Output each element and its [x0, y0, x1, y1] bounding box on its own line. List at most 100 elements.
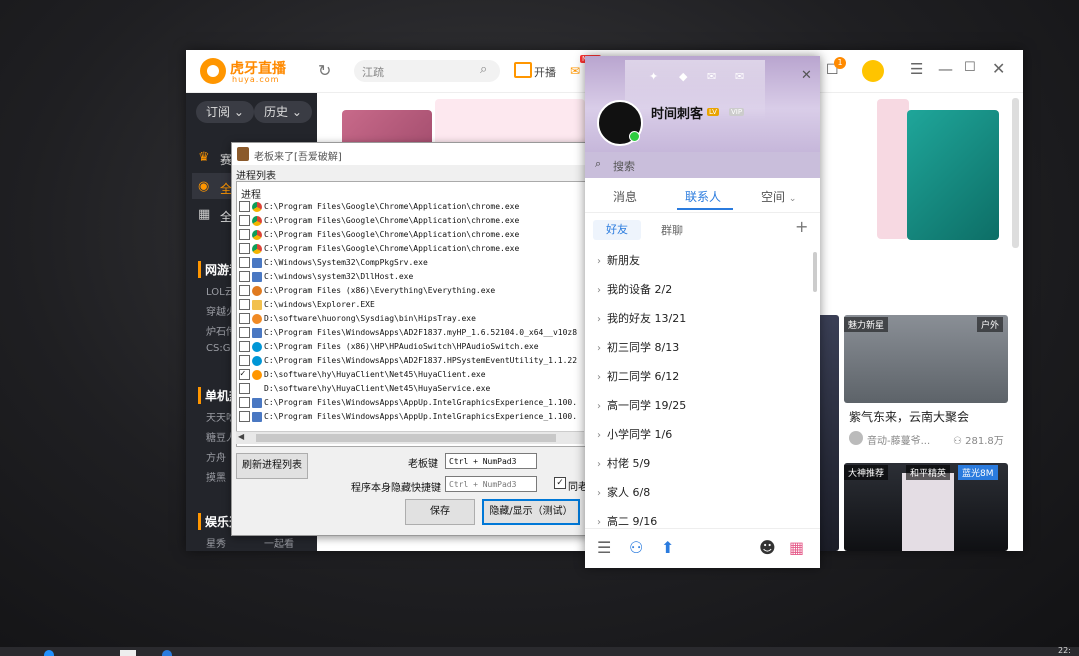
- contact-group[interactable]: › 村佬 5/9: [597, 455, 650, 471]
- file-transfer-icon[interactable]: ⬆: [661, 538, 674, 557]
- process-row[interactable]: C:\Program Files (x86)\HP\HPAudioSwitch\…: [239, 340, 585, 354]
- scrollbar[interactable]: [1012, 98, 1019, 248]
- process-row[interactable]: C:\Program Files\Google\Chrome\Applicati…: [239, 200, 585, 214]
- level-badge[interactable]: LV: [707, 108, 719, 116]
- add-icon[interactable]: +: [795, 217, 808, 236]
- broadcast-icon[interactable]: [514, 62, 532, 78]
- scroll-thumb[interactable]: [256, 434, 556, 442]
- dialog-titlebar[interactable]: 老板来了[吾爱破解]: [232, 143, 588, 165]
- process-checkbox[interactable]: [239, 229, 250, 240]
- process-row[interactable]: C:\windows\Explorer.EXE: [239, 298, 585, 312]
- contact-group[interactable]: › 初三同学 8/13: [597, 339, 679, 355]
- maximize-icon[interactable]: ☐: [964, 60, 976, 75]
- process-row[interactable]: D:\software\hy\HuyaClient\Net45\HuyaClie…: [239, 368, 585, 382]
- process-checkbox[interactable]: [239, 285, 250, 296]
- apps-grid-icon[interactable]: ▦: [789, 538, 804, 557]
- banner-image[interactable]: [907, 110, 999, 240]
- gift-icon[interactable]: ✉: [570, 64, 580, 78]
- refresh-process-list-button[interactable]: 刷新进程列表: [236, 453, 308, 479]
- subtab-groups[interactable]: 群聊: [661, 222, 683, 238]
- process-checkbox[interactable]: [239, 243, 250, 254]
- process-checkbox[interactable]: [239, 397, 250, 408]
- scrollbar[interactable]: [813, 252, 817, 292]
- process-checkbox[interactable]: [239, 201, 250, 212]
- process-checkbox[interactable]: [239, 383, 250, 394]
- taskbar-app-icon[interactable]: [120, 650, 136, 656]
- tab-space[interactable]: 空间 ⌄: [761, 188, 796, 205]
- streamer-name[interactable]: 音动-藤蔓爷...: [867, 432, 930, 447]
- process-row[interactable]: C:\Program Files\Google\Chrome\Applicati…: [239, 228, 585, 242]
- process-row[interactable]: C:\Program Files\WindowsApps\AppUp.Intel…: [239, 410, 585, 424]
- category-item[interactable]: 一起看: [264, 535, 294, 550]
- add-friend-icon[interactable]: ⚇: [629, 538, 643, 557]
- refresh-icon[interactable]: ↻: [318, 61, 331, 80]
- huya-logo-icon[interactable]: [200, 58, 226, 84]
- vip-badge[interactable]: VIP: [729, 108, 745, 116]
- skin-icon[interactable]: ✦: [649, 70, 658, 83]
- process-checkbox[interactable]: [239, 313, 250, 324]
- toggle-visibility-button[interactable]: 隐藏/显示（测试）: [482, 499, 580, 525]
- process-row[interactable]: C:\Program Files\Google\Chrome\Applicati…: [239, 214, 585, 228]
- taskbar-app-icon[interactable]: [162, 650, 172, 656]
- category-item[interactable]: 星秀: [206, 535, 226, 550]
- nickname[interactable]: 时间刺客: [651, 103, 703, 122]
- self-hide-field[interactable]: Ctrl + NumPad3: [445, 476, 537, 492]
- subtab-friends[interactable]: 好友: [593, 220, 641, 240]
- process-row[interactable]: C:\Program Files\Google\Chrome\Applicati…: [239, 242, 585, 256]
- history-button[interactable]: 历史 ⌄: [254, 101, 312, 123]
- contact-group[interactable]: › 高二 9/16: [597, 513, 657, 529]
- category-item[interactable]: 摸黑: [206, 469, 226, 484]
- process-checkbox[interactable]: [239, 368, 250, 381]
- broadcast-button[interactable]: 开播: [534, 64, 556, 80]
- main-menu-icon[interactable]: ☰: [597, 538, 611, 557]
- online-status-icon[interactable]: [629, 131, 640, 142]
- contact-group[interactable]: › 我的好友 13/21: [597, 310, 686, 326]
- process-checkbox[interactable]: [239, 271, 250, 282]
- menu-icon[interactable]: ☰: [910, 60, 923, 78]
- process-checkbox[interactable]: [239, 411, 250, 422]
- process-row[interactable]: C:\Program Files\WindowsApps\AppUp.Intel…: [239, 396, 585, 410]
- process-row[interactable]: C:\Program Files (x86)\Everything\Everyt…: [239, 284, 585, 298]
- game-icon[interactable]: ◆: [679, 70, 687, 83]
- message-icon[interactable]: ✉: [735, 70, 744, 83]
- process-checkbox[interactable]: [239, 257, 250, 268]
- process-checkbox[interactable]: [239, 299, 250, 310]
- minimize-icon[interactable]: —: [938, 60, 953, 78]
- process-checkbox[interactable]: [239, 215, 250, 226]
- process-row[interactable]: D:\software\huorong\Sysdiag\bin\HipsTray…: [239, 312, 585, 326]
- horizontal-scrollbar[interactable]: ◀: [236, 431, 584, 444]
- contact-group[interactable]: › 初二同学 6/12: [597, 368, 679, 384]
- same-key-checkbox[interactable]: ✓: [554, 477, 566, 489]
- process-row[interactable]: C:\windows\system32\DllHost.exe: [239, 270, 585, 284]
- scroll-left-icon[interactable]: ◀: [238, 432, 244, 441]
- boss-key-field[interactable]: Ctrl + NumPad3: [445, 453, 537, 469]
- contact-group[interactable]: › 高一同学 19/25: [597, 397, 686, 413]
- avatar[interactable]: [849, 431, 863, 445]
- contact-group[interactable]: › 我的设备 2/2: [597, 281, 672, 297]
- process-checkbox[interactable]: [239, 327, 250, 338]
- mail-icon[interactable]: ✉: [707, 70, 716, 83]
- contact-group[interactable]: › 新朋友: [597, 252, 640, 268]
- process-checkbox[interactable]: [239, 341, 250, 352]
- stream-title[interactable]: 紫气东来，云南大聚会: [849, 408, 969, 425]
- tab-messages[interactable]: 消息: [613, 188, 637, 205]
- process-row[interactable]: C:\Windows\System32\CompPkgSrv.exe: [239, 256, 585, 270]
- avatar[interactable]: [862, 60, 884, 82]
- banner-image[interactable]: [877, 99, 909, 239]
- contact-group[interactable]: › 小学同学 1/6: [597, 426, 672, 442]
- close-icon[interactable]: ✕: [992, 59, 1005, 78]
- tab-contacts[interactable]: 联系人: [685, 188, 721, 205]
- process-row[interactable]: C:\Program Files\WindowsApps\AD2F1837.my…: [239, 326, 585, 340]
- process-row[interactable]: C:\Program Files\WindowsApps\AD2F1837.HP…: [239, 354, 585, 368]
- taskbar-app-icon[interactable]: [44, 650, 54, 656]
- category-item[interactable]: 方舟: [206, 449, 226, 464]
- process-row[interactable]: D:\software\hy\HuyaClient\Net45\HuyaServ…: [239, 382, 585, 396]
- save-button[interactable]: 保存: [405, 499, 475, 525]
- app-icon[interactable]: ☻: [759, 538, 776, 557]
- process-checkbox[interactable]: [239, 355, 250, 366]
- contact-group[interactable]: › 家人 6/8: [597, 484, 650, 500]
- subscribe-button[interactable]: 订阅 ⌄: [196, 101, 254, 123]
- close-icon[interactable]: ✕: [801, 68, 812, 83]
- search-icon[interactable]: ⌕: [480, 62, 487, 77]
- process-list[interactable]: 进程 C:\Program Files\Google\Chrome\Applic…: [236, 181, 586, 447]
